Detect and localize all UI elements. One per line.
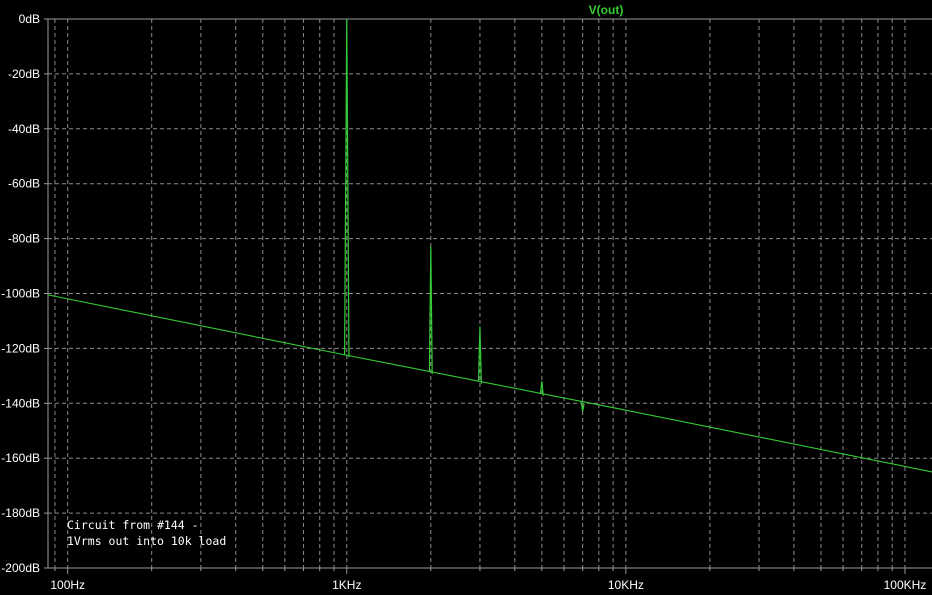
trace-title[interactable]: V(out) (589, 3, 624, 17)
y-tick-label: -120dB (1, 341, 40, 355)
y-tick-label: 0dB (19, 12, 40, 26)
y-tick-label: -180dB (1, 506, 40, 520)
x-tick-label: 1KHz (332, 578, 361, 592)
y-tick-label: -40dB (8, 122, 40, 136)
y-tick-label: -200dB (1, 561, 40, 575)
annotation-line-1: Circuit from #144 - (67, 518, 199, 532)
x-tick-label: 100KHz (884, 578, 927, 592)
y-tick-label: -100dB (1, 287, 40, 301)
x-tick-label: 10KHz (608, 578, 644, 592)
y-tick-label: -80dB (8, 232, 40, 246)
spectrum-chart: 0dB -20dB -40dB -60dB -80dB -100dB -120dB -140d… (0, 0, 932, 595)
y-tick-label: -60dB (8, 177, 40, 191)
y-tick-label: -20dB (8, 67, 40, 81)
y-tick-label: -140dB (1, 396, 40, 410)
annotation-line-2: 1Vrms out into 10k load (67, 534, 226, 548)
y-tick-label: -160dB (1, 451, 40, 465)
plot-background (0, 0, 932, 595)
x-tick-label: 100Hz (50, 578, 85, 592)
